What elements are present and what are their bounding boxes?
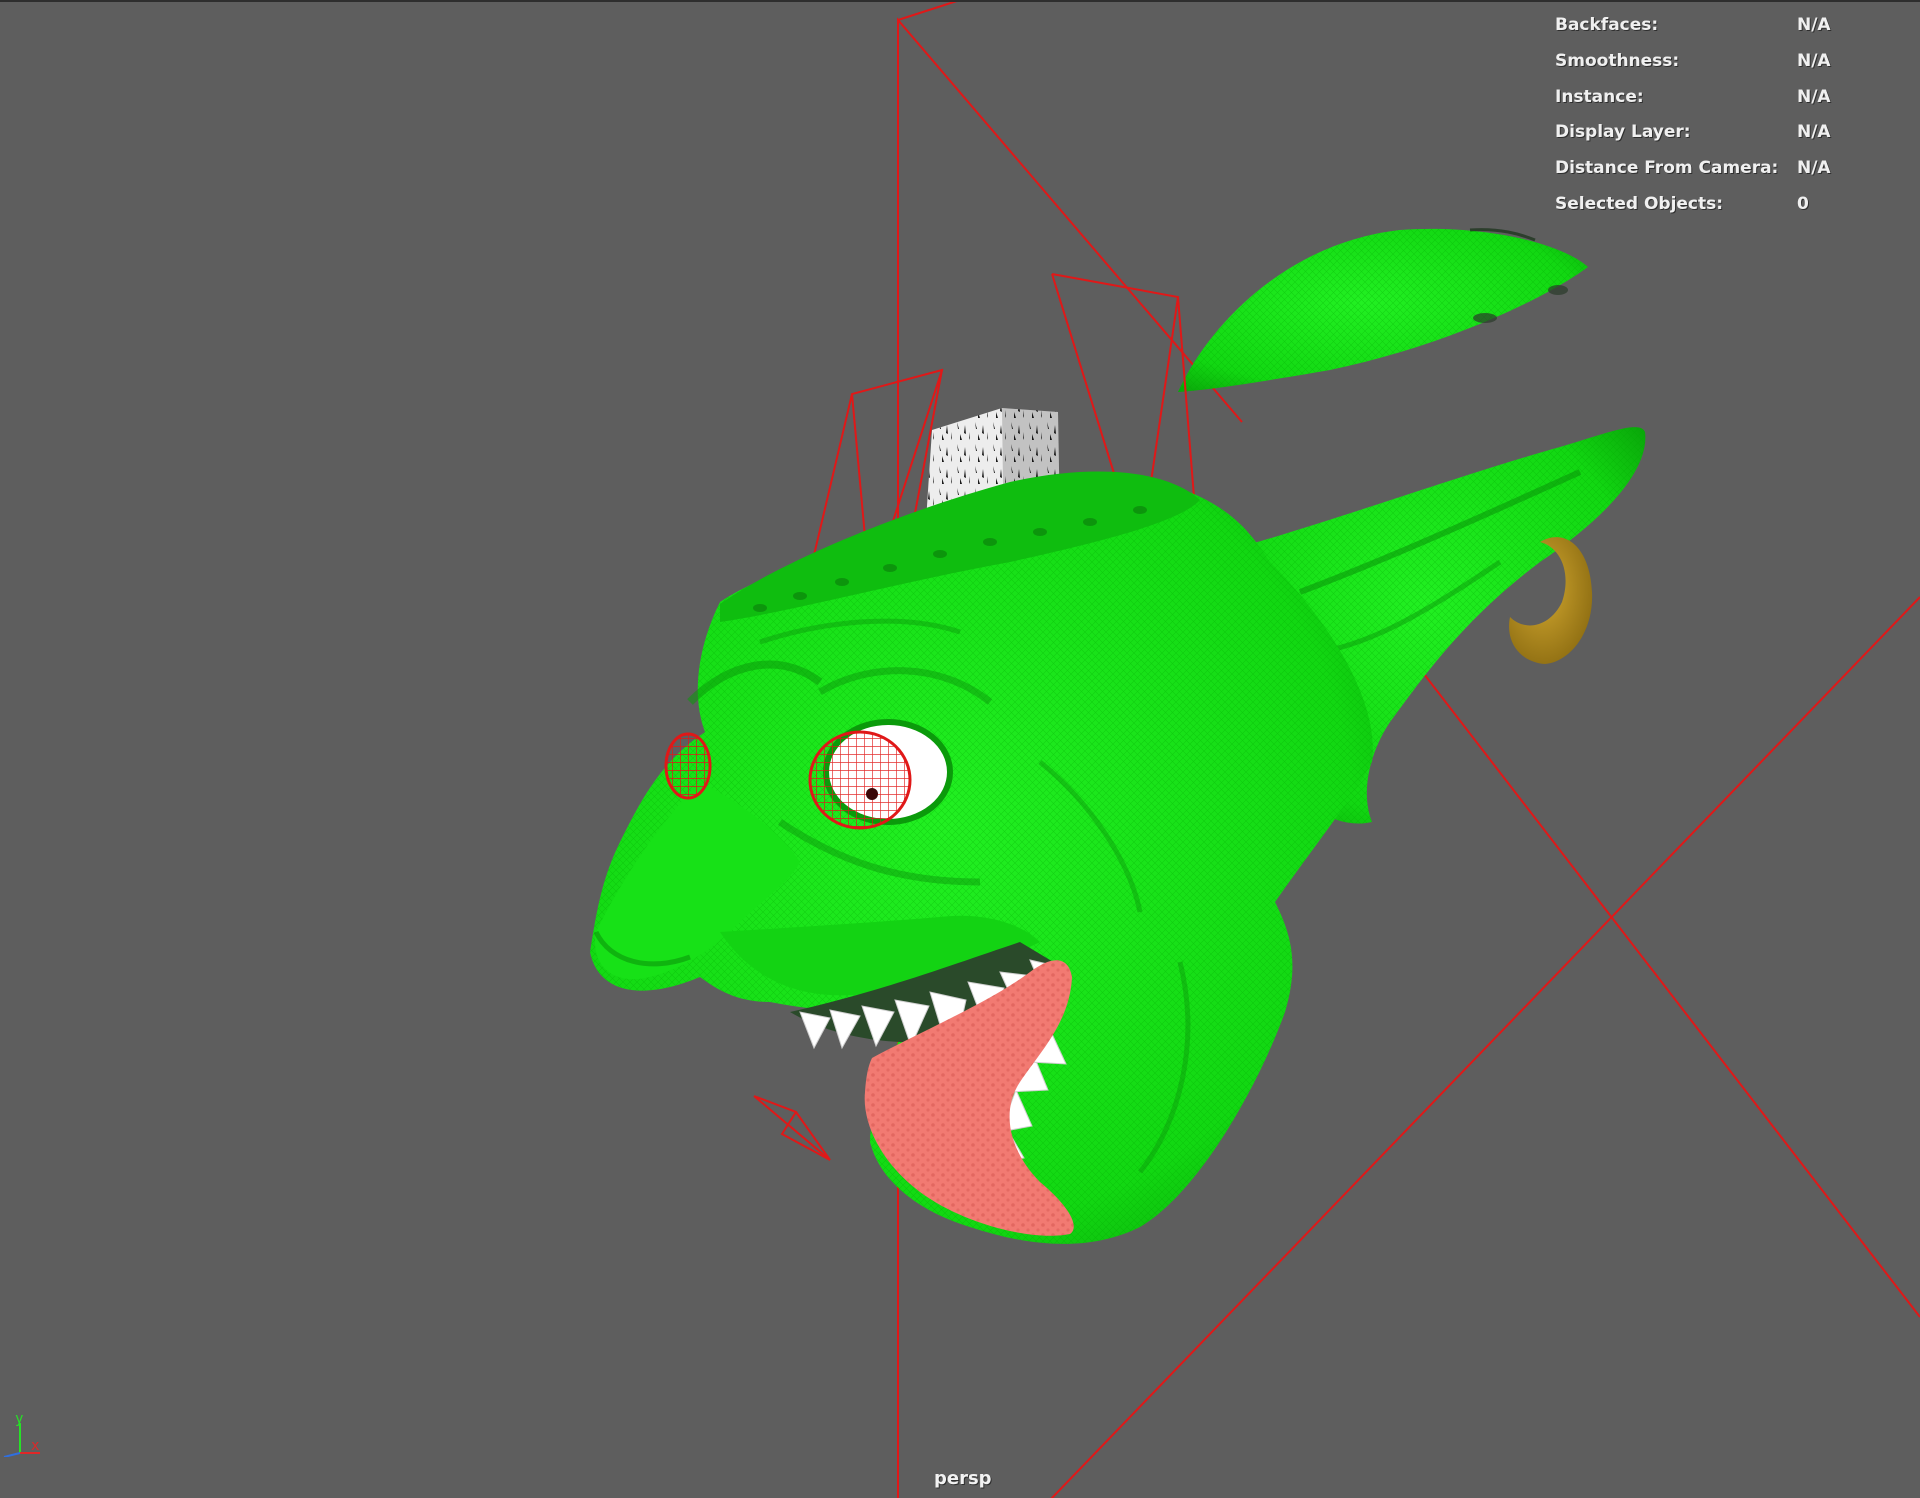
hud-value: N/A	[1797, 15, 1831, 35]
hud-label: Smoothness:	[1555, 50, 1680, 71]
hud-value: N/A	[1797, 122, 1831, 143]
hud-value: 0	[1797, 193, 1809, 214]
hud-row-distance-from-camera: Distance From Camera: N/A	[1555, 151, 1895, 187]
hud-label: Distance From Camera:	[1555, 158, 1779, 179]
skull-cap-mesh[interactable]	[1178, 228, 1588, 392]
hud-row-instance: Instance: N/A	[1555, 80, 1895, 116]
control-wireframe-chin[interactable]	[753, 1095, 831, 1161]
hud-value: N/A	[1797, 86, 1831, 107]
hud-label: Instance:	[1555, 86, 1644, 107]
hud-label: Display Layer:	[1555, 122, 1691, 143]
hud-row-display-layer: Display Layer: N/A	[1555, 115, 1895, 151]
hud-value: N/A	[1797, 50, 1831, 71]
camera-name-label: persp	[934, 1468, 992, 1489]
hud-row-smoothness: Smoothness: N/A	[1555, 44, 1895, 80]
3d-scene[interactable]	[0, 2, 1920, 1498]
hud-label: Backfaces:	[1555, 15, 1659, 35]
far-eye-mesh[interactable]	[664, 732, 712, 800]
axis-gizmo: y x	[0, 1407, 50, 1458]
hud-label: Selected Objects:	[1555, 193, 1724, 214]
hud-row-selected-objects: Selected Objects: 0	[1555, 187, 1895, 223]
hud-row-backfaces: Backfaces: N/A	[1555, 8, 1895, 44]
hud-value: N/A	[1797, 158, 1831, 179]
goblin-head-mesh[interactable]	[590, 427, 1646, 1244]
heads-up-display: Backfaces: N/A Smoothness: N/A Instance:…	[1555, 8, 1895, 223]
axis-x-label: x	[31, 1438, 40, 1454]
axis-y-label: y	[15, 1411, 24, 1427]
persp-viewport[interactable]: Backfaces: N/A Smoothness: N/A Instance:…	[0, 0, 1920, 1498]
axis-gizmo-icon	[3, 1423, 40, 1458]
